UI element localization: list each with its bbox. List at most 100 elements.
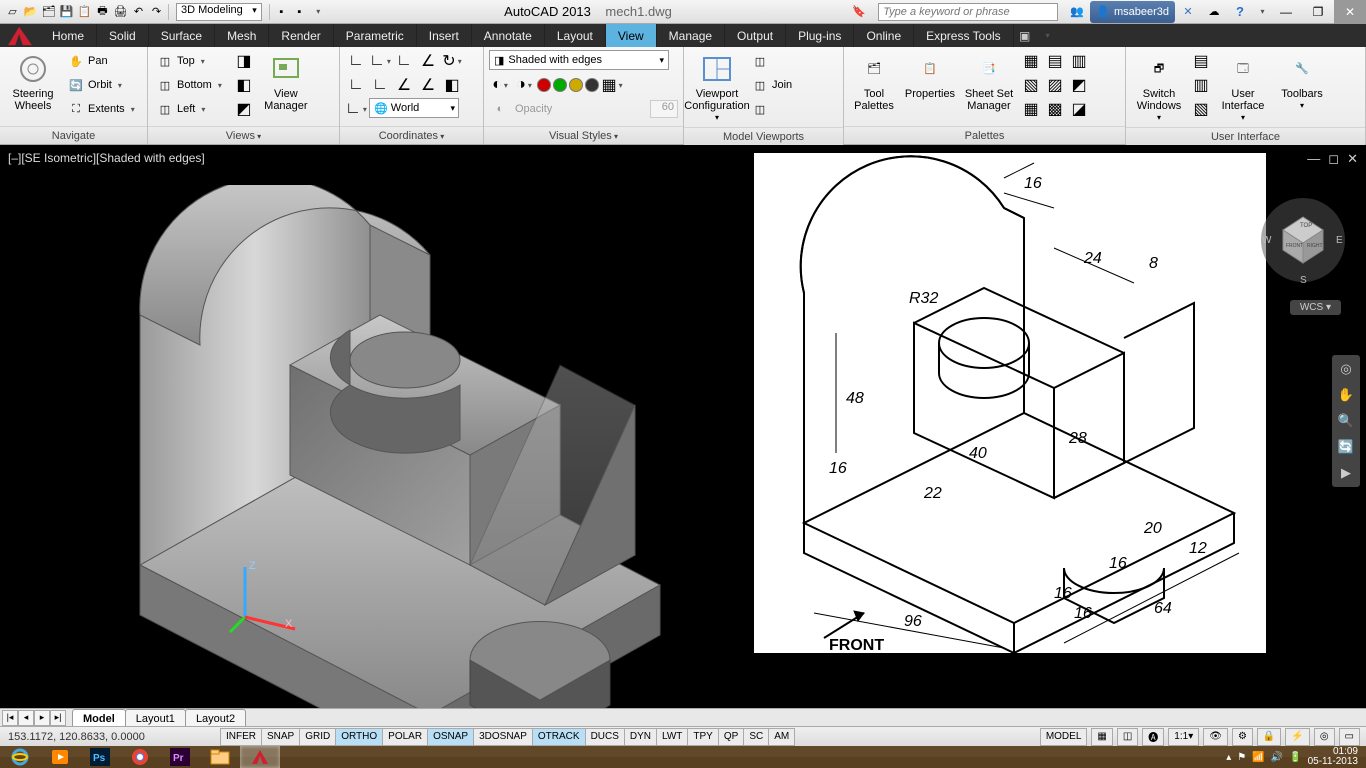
quickview-icon[interactable]: ◫	[1117, 728, 1138, 746]
steering-wheels-button[interactable]: Steering Wheels	[5, 50, 61, 112]
panel-visual-title[interactable]: Visual Styles	[484, 126, 683, 144]
tab-manage[interactable]: Manage	[657, 24, 725, 47]
pal-i8[interactable]: ▩	[1044, 98, 1066, 120]
ucs-world-dropdown[interactable]: 🌐 World	[369, 98, 459, 118]
status-ducs[interactable]: DUCS	[585, 728, 625, 746]
panel-coords-title[interactable]: Coordinates	[340, 126, 483, 144]
workspace-switch-icon[interactable]: ⚙	[1232, 728, 1253, 746]
user-interface-button[interactable]: 🗔User Interface▾	[1215, 50, 1271, 124]
tab-overflow-dd[interactable]	[1036, 24, 1058, 47]
pal-i9[interactable]: ◪	[1068, 98, 1090, 120]
status-lwt[interactable]: LWT	[656, 728, 688, 746]
task-explorer-icon[interactable]	[200, 746, 240, 768]
recent-icon[interactable]: 🗂	[40, 3, 57, 20]
ucs-icon4[interactable]: ∠	[417, 50, 439, 72]
minimize-button[interactable]: —	[1270, 0, 1302, 24]
lock-ui-icon[interactable]: 🔒	[1257, 728, 1281, 746]
view-back-icon[interactable]: ◨	[233, 50, 255, 72]
pal-i3[interactable]: ▥	[1068, 50, 1090, 72]
nav-pan-icon[interactable]: ✋	[1336, 385, 1356, 405]
restore-vp-icon[interactable]: ◫	[748, 98, 796, 120]
tab-overflow-icon[interactable]: ▣	[1014, 24, 1036, 47]
view-bottom-button[interactable]: ◫Bottom	[153, 74, 226, 96]
properties-button[interactable]: 📋Properties	[902, 50, 958, 100]
join-button[interactable]: ◫Join	[748, 74, 796, 96]
model-viewport[interactable]: [–][SE Isometric][Shaded with edges] — ◻…	[0, 145, 1366, 708]
wcs-label[interactable]: WCS ▾	[1290, 300, 1341, 315]
tab-parametric[interactable]: Parametric	[334, 24, 417, 47]
pal-i4[interactable]: ▧	[1020, 74, 1042, 96]
vp-min-icon[interactable]: —	[1307, 151, 1320, 167]
named-vp-icon[interactable]: ◫	[748, 50, 796, 72]
swatch-yellow[interactable]	[569, 78, 583, 92]
scale-dropdown[interactable]: 1:1 ▾	[1168, 728, 1199, 746]
tab-first-icon[interactable]: |◂	[2, 710, 18, 726]
ucs-icon9[interactable]: ∠	[417, 74, 439, 96]
tool-palettes-button[interactable]: 🗂Tool Palettes	[849, 50, 899, 112]
ucs-icon7[interactable]: ∟	[369, 74, 391, 96]
tab-plug-ins[interactable]: Plug-ins	[786, 24, 854, 47]
task-chrome-icon[interactable]	[120, 746, 160, 768]
tab-render[interactable]: Render	[269, 24, 333, 47]
view-prev-icon[interactable]: ◧	[233, 74, 255, 96]
viewport-label[interactable]: [–][SE Isometric][Shaded with edges]	[8, 151, 205, 165]
tab-insert[interactable]: Insert	[417, 24, 472, 47]
vs-wire-icon[interactable]: ◐	[489, 74, 511, 96]
vp-close-icon[interactable]: ✕	[1347, 151, 1358, 167]
ucs-icon8[interactable]: ∠	[393, 74, 415, 96]
tray-network-icon[interactable]: 📶	[1252, 752, 1264, 763]
tab-output[interactable]: Output	[725, 24, 786, 47]
opacity-field[interactable]: 60	[650, 100, 678, 118]
vp-max-icon[interactable]: ◻	[1328, 151, 1339, 167]
open-icon[interactable]: 📂	[22, 3, 39, 20]
tray-sound-icon[interactable]: 🔊	[1271, 752, 1283, 763]
coordinate-readout[interactable]: 153.1172, 120.8633, 0.0000	[0, 731, 180, 743]
visual-style-dropdown[interactable]: ◨Shaded with edges	[489, 50, 669, 70]
nav-wheel-icon[interactable]: ◎	[1336, 359, 1356, 379]
task-media-icon[interactable]	[40, 746, 80, 768]
status-3dosnap[interactable]: 3DOSNAP	[473, 728, 533, 746]
status-osnap[interactable]: OSNAP	[427, 728, 474, 746]
vs-hidden-icon[interactable]: ◑	[513, 74, 535, 96]
toolbars-button[interactable]: 🔧Toolbars▾	[1274, 50, 1330, 112]
tab-annotate[interactable]: Annotate	[472, 24, 545, 47]
swatch-green[interactable]	[553, 78, 567, 92]
grid-display-icon[interactable]: ▦	[1091, 728, 1112, 746]
help-dropdown[interactable]	[1253, 3, 1270, 20]
pal-i1[interactable]: ▦	[1020, 50, 1042, 72]
task-photoshop-icon[interactable]: Ps	[80, 746, 120, 768]
task-premiere-icon[interactable]: Pr	[160, 746, 200, 768]
viewcube[interactable]: TOP FRONT RIGHT W E S	[1258, 185, 1348, 285]
tab-layout[interactable]: Layout	[545, 24, 606, 47]
qat-extra2-icon[interactable]: ▪	[291, 3, 308, 20]
extents-button[interactable]: ⛶Extents	[64, 98, 139, 120]
close-button[interactable]: ✕	[1334, 0, 1366, 24]
status-infer[interactable]: INFER	[220, 728, 262, 746]
infocenter-icon[interactable]: 🔖	[850, 3, 868, 21]
undo-icon[interactable]: ↶	[130, 3, 147, 20]
ucs-display-icon[interactable]: ∟	[345, 98, 367, 120]
orbit-button[interactable]: 🔄Orbit	[64, 74, 139, 96]
isolate-icon[interactable]: ◎	[1314, 728, 1335, 746]
hardware-accel-icon[interactable]: ⚡	[1285, 728, 1309, 746]
ui-tile-h-icon[interactable]: ▤	[1190, 50, 1212, 72]
qat-extra-icon[interactable]: ▪	[273, 3, 290, 20]
status-snap[interactable]: SNAP	[261, 728, 300, 746]
pal-i5[interactable]: ▨	[1044, 74, 1066, 96]
ucs-icon5[interactable]: ↻	[441, 50, 463, 72]
ui-cascade-icon[interactable]: ▧	[1190, 98, 1212, 120]
ucs-icon3[interactable]: ∟	[393, 50, 415, 72]
pal-i7[interactable]: ▦	[1020, 98, 1042, 120]
help-icon[interactable]: ?	[1231, 3, 1249, 21]
tab-online[interactable]: Online	[854, 24, 914, 47]
ucs-icon6[interactable]: ∟	[345, 74, 367, 96]
tab-home[interactable]: Home	[40, 24, 97, 47]
taskbar-clock[interactable]: 01:09 05-11-2013	[1308, 747, 1358, 767]
status-grid[interactable]: GRID	[299, 728, 336, 746]
swatch-black[interactable]	[585, 78, 599, 92]
tab-last-icon[interactable]: ▸|	[50, 710, 66, 726]
autodesk360-icon[interactable]: ☁	[1205, 3, 1223, 21]
layout-tab-layout2[interactable]: Layout2	[185, 709, 246, 727]
pal-i2[interactable]: ▤	[1044, 50, 1066, 72]
saveas-icon[interactable]: 📋	[76, 3, 93, 20]
